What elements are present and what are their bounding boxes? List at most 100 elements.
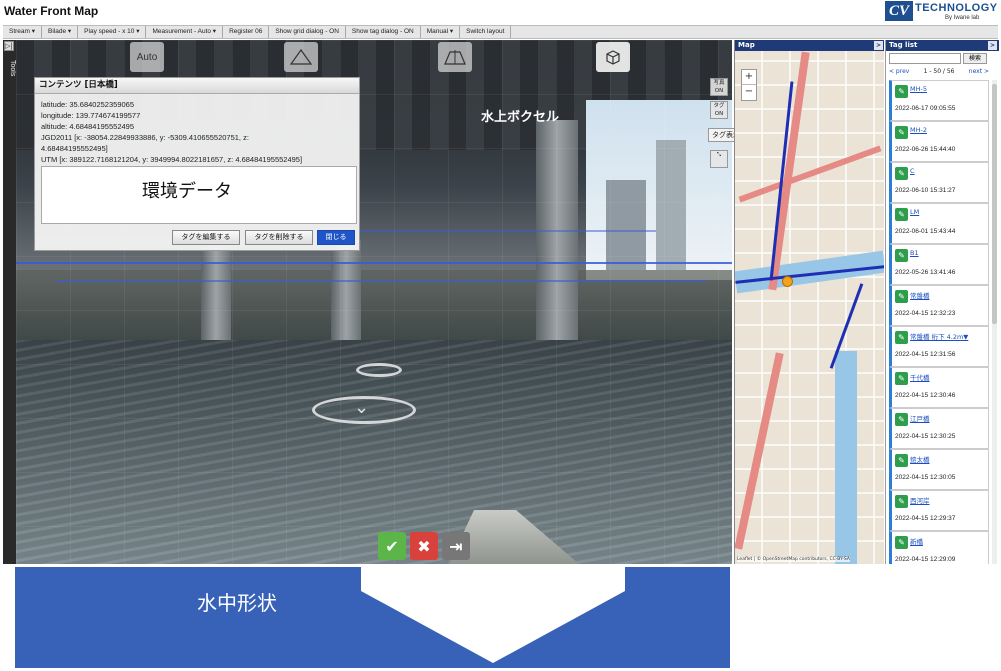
tag-icon: ✎ <box>895 126 908 139</box>
contents-dialog: コンテンツ [日本橋] latitude: 35.6840252359065 l… <box>34 77 360 251</box>
trapezoid-measure-icon[interactable] <box>438 42 472 72</box>
close-button[interactable]: 閉じる <box>317 230 355 245</box>
ok-icon[interactable]: ✔ <box>378 532 406 560</box>
latitude-text: latitude: 35.6840252359065 <box>41 100 135 109</box>
tag-list-item[interactable]: ✎ 江戸橋 2022-04-15 12:30:25 <box>889 408 989 449</box>
tag-icon: ✎ <box>895 372 908 385</box>
map-title: Map <box>738 41 755 49</box>
voxel-line <box>16 262 732 264</box>
tag-name-link[interactable]: 鎧太橋 <box>910 454 930 464</box>
jgd-text-line1: JGD2011 [x: -38054.22849933886, y: -5309… <box>41 133 249 142</box>
location-marker-icon[interactable] <box>782 276 793 287</box>
river <box>835 351 857 564</box>
tag-list-item[interactable]: ✎ 千代橋 2022-04-15 12:30:46 <box>889 367 989 408</box>
tag-list: ✎ MH-5 2022-06-17 09:05:55 ✎ MH-2 2022-06-26 … <box>889 80 991 564</box>
menu-play-speed[interactable]: Play speed - x 10 ▾ <box>78 26 147 38</box>
edit-tag-button[interactable]: タグを編集する <box>172 230 240 245</box>
tag-date: 2022-04-15 12:29:37 <box>895 515 956 522</box>
tools-toggle-button[interactable]: ▷| <box>4 41 14 51</box>
menu-show-grid[interactable]: Show grid dialog - ON <box>269 26 346 38</box>
tag-date: 2022-06-10 15:31:27 <box>895 187 956 194</box>
tag-list-item[interactable]: ✎ 常盤橋 桁下 4.2m▼ 2022-04-15 12:31:56 <box>889 326 989 367</box>
menu-register[interactable]: Register 06 <box>223 26 270 38</box>
scrollbar-thumb[interactable] <box>992 84 997 324</box>
tag-icon: ✎ <box>895 413 908 426</box>
tag-name-link[interactable]: 西河岸 <box>910 495 930 505</box>
tag-date: 2022-04-15 12:31:56 <box>895 351 956 358</box>
tag-list-scrollbar[interactable] <box>992 80 997 564</box>
memo-text: 環境データ <box>142 181 232 202</box>
expand-icon[interactable]: ⤡ <box>710 150 728 168</box>
tag-name-link[interactable]: 千代橋 <box>910 372 930 382</box>
tag-list-item[interactable]: ✎ 鎧太橋 2022-04-15 12:30:05 <box>889 449 989 490</box>
menu-switch-layout[interactable]: Switch layout <box>460 26 512 38</box>
delete-tag-button[interactable]: タグを削除する <box>245 230 313 245</box>
tag-search-button[interactable]: 検索 <box>963 53 987 64</box>
map-collapse-button[interactable]: > <box>874 41 883 50</box>
map-header: Map > <box>735 40 884 51</box>
tools-strip <box>3 40 16 564</box>
map-canvas[interactable]: + − Leaflet | © OpenStreetMap contributo… <box>735 51 884 564</box>
menubar: Stream ▾ Bilade ▾ Play speed - x 10 ▾ Me… <box>3 25 998 39</box>
menu-measurement[interactable]: Measurement - Auto ▾ <box>146 26 224 38</box>
tag-icon: ✎ <box>895 454 908 467</box>
tag-date: 2022-05-26 13:41:46 <box>895 269 956 276</box>
banner-title: 水中形状 <box>197 591 277 615</box>
tag-name-link[interactable]: MH-5 <box>910 85 927 93</box>
tag-list-item[interactable]: ✎ B1 2022-05-26 13:41:46 <box>889 244 989 285</box>
tag-list-panel: Tag list > 検索 < prev 1 - 50 / 56 next > … <box>885 40 999 564</box>
tag-list-title: Tag list <box>889 41 918 49</box>
road <box>735 352 784 550</box>
tag-list-item[interactable]: ✎ 西河岸 2022-04-15 12:29:37 <box>889 490 989 531</box>
tag-name-link[interactable]: 常盤橋 桁下 4.2m▼ <box>910 331 968 341</box>
photo-toggle-button[interactable]: 写真 ON <box>710 78 728 96</box>
triangle-measure-icon[interactable] <box>284 42 318 72</box>
zoom-out-button[interactable]: − <box>742 85 756 100</box>
tag-name-link[interactable]: 新橋 <box>910 536 923 546</box>
exit-icon[interactable]: ⇥ <box>442 532 470 560</box>
tag-name-link[interactable]: C <box>910 167 915 175</box>
tag-date: 2022-04-15 12:30:25 <box>895 433 956 440</box>
tag-search-input[interactable] <box>889 53 961 64</box>
tag-list-item[interactable]: ✎ MH-5 2022-06-17 09:05:55 <box>889 80 989 121</box>
menu-manual[interactable]: Manual ▾ <box>421 26 461 38</box>
tag-name-link[interactable]: 常盤橋 <box>910 290 930 300</box>
tag-toggle-button[interactable]: タグ ON <box>710 101 728 119</box>
tag-icon: ✎ <box>895 249 908 262</box>
tag-list-header: Tag list > <box>886 40 999 51</box>
tag-list-item[interactable]: ✎ LM 2022-06-01 15:43:44 <box>889 203 989 244</box>
tag-list-collapse-button[interactable]: > <box>988 41 997 50</box>
menu-bilade[interactable]: Bilade ▾ <box>42 26 79 38</box>
down-arrow-icon <box>361 567 625 663</box>
memo-area[interactable]: 環境データ <box>41 166 357 224</box>
tag-name-link[interactable]: 江戸橋 <box>910 413 930 423</box>
tag-name-link[interactable]: LM <box>910 208 919 216</box>
menu-show-tag[interactable]: Show tag dialog - ON <box>346 26 421 38</box>
tag-name-link[interactable]: B1 <box>910 249 919 257</box>
utm-text: UTM [x: 389122.7168121204, y: 3949994.80… <box>41 155 303 164</box>
voxel-label: 水上ボクセル <box>481 110 560 125</box>
tag-date: 2022-06-26 15:44:40 <box>895 146 956 153</box>
prev-link[interactable]: < prev <box>889 68 909 75</box>
tag-icon: ✎ <box>895 85 908 98</box>
cancel-icon[interactable]: ✖ <box>410 532 438 560</box>
logo-mark: CV <box>885 1 913 21</box>
tag-list-item[interactable]: ✎ MH-2 2022-06-26 15:44:40 <box>889 121 989 162</box>
menu-stream[interactable]: Stream ▾ <box>3 26 43 38</box>
tag-date: 2022-04-15 12:30:05 <box>895 474 956 481</box>
tag-date: 2022-04-15 12:30:46 <box>895 392 956 399</box>
tag-list-item[interactable]: ✎ 常盤橋 2022-04-15 12:32:23 <box>889 285 989 326</box>
zoom-in-button[interactable]: + <box>742 70 756 85</box>
app-title: Water Front Map <box>4 4 99 18</box>
nav-forward-far[interactable] <box>356 363 402 377</box>
underwater-shape-banner: 水中形状 <box>15 567 730 668</box>
cube-view-icon[interactable] <box>596 42 630 72</box>
tag-list-item[interactable]: ✎ 新橋 2022-04-15 12:29:09 <box>889 531 989 564</box>
auto-button[interactable]: Auto <box>130 42 164 72</box>
tag-list-item[interactable]: ✎ C 2022-06-10 15:31:27 <box>889 162 989 203</box>
next-link[interactable]: next > <box>969 68 989 75</box>
tag-name-link[interactable]: MH-2 <box>910 126 927 134</box>
tag-date: 2022-06-01 15:43:44 <box>895 228 956 235</box>
map-credit[interactable]: Leaflet | © OpenStreetMap contributors, … <box>737 557 850 562</box>
zoom-control: + − <box>741 69 757 101</box>
